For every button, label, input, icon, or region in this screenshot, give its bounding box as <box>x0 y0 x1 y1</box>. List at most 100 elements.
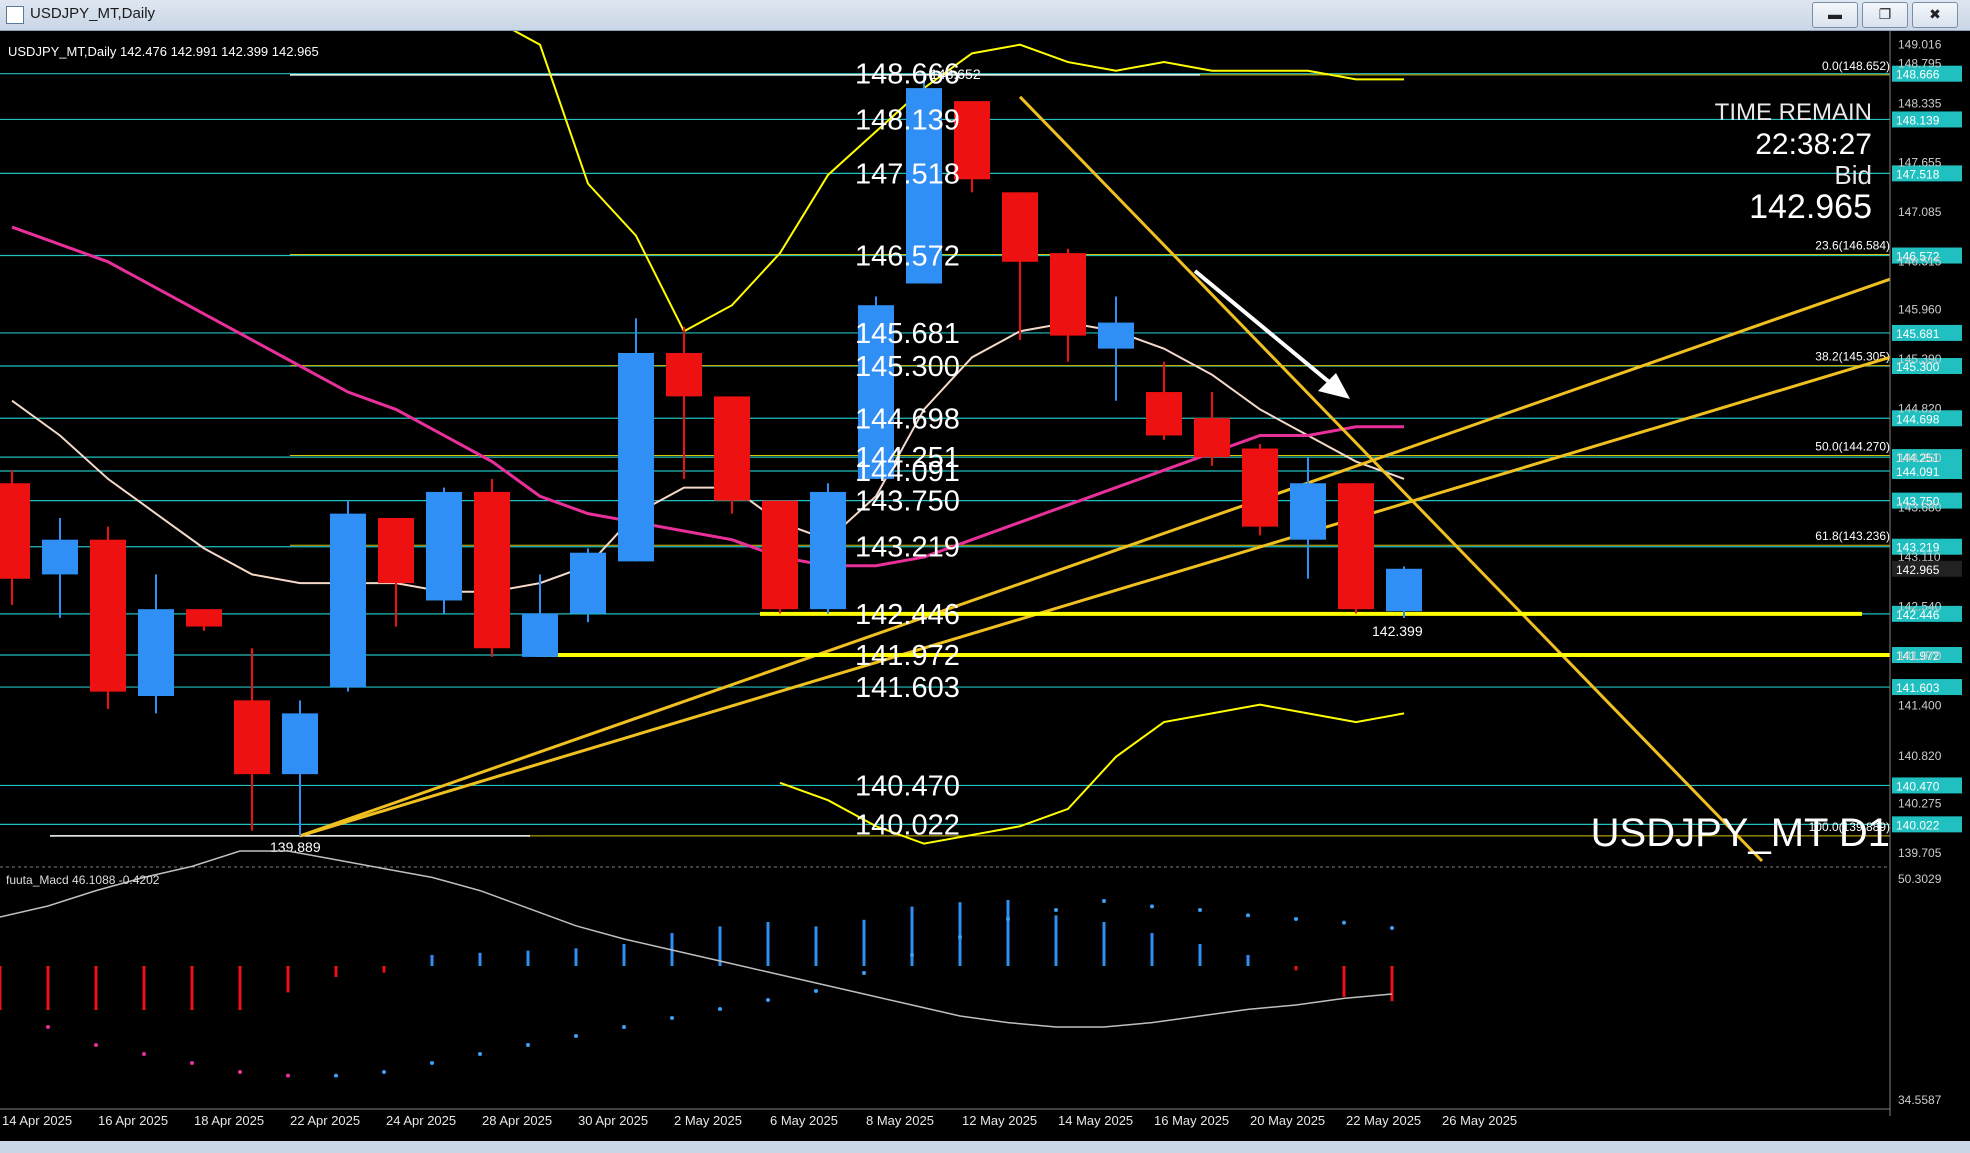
price-level-label: 141.603 <box>855 672 960 704</box>
macd-dot <box>670 1016 674 1020</box>
macd-dot <box>430 1061 434 1065</box>
price-level-label: 145.300 <box>855 351 960 383</box>
candle-body <box>810 491 846 610</box>
lower-trendline <box>299 355 1891 838</box>
minimize-button[interactable]: ▬ <box>1812 2 1858 28</box>
time-remain-label: TIME REMAIN <box>1714 99 1872 126</box>
x-tick-label: 8 May 2025 <box>866 1113 934 1128</box>
y-tick-label: 145.960 <box>1898 303 1942 317</box>
macd-dot <box>382 1070 386 1074</box>
bid-value: 142.965 <box>1749 188 1872 226</box>
macd-dot <box>718 1007 722 1011</box>
app-icon <box>6 6 24 24</box>
macd-dot <box>910 953 914 957</box>
x-tick-label: 2 May 2025 <box>674 1113 742 1128</box>
x-tick-label: 28 Apr 2025 <box>482 1113 552 1128</box>
x-tick-label: 22 Apr 2025 <box>290 1113 360 1128</box>
candle-body <box>714 396 750 501</box>
macd-dot <box>958 935 962 939</box>
candle-body <box>378 517 414 584</box>
candle-body <box>1338 483 1374 610</box>
macd-scale-bottom: 34.5587 <box>1898 1093 1942 1107</box>
price-level-label: 143.219 <box>855 532 960 564</box>
x-tick-label: 14 May 2025 <box>1058 1113 1133 1128</box>
x-tick-label: 6 May 2025 <box>770 1113 838 1128</box>
candle-body <box>570 552 606 614</box>
symbol-watermark: USDJPY_MT D1 <box>1590 811 1890 855</box>
x-tick-label: 12 May 2025 <box>962 1113 1037 1128</box>
price-level-tag-text: 141.603 <box>1896 681 1940 695</box>
fib-level-label: 50.0(144.270) <box>1815 439 1890 453</box>
y-tick-label: 140.275 <box>1898 796 1942 810</box>
macd-dot <box>1102 899 1106 903</box>
candle-body <box>0 483 30 579</box>
price-level-label: 140.470 <box>855 770 960 802</box>
candle-body <box>90 539 126 692</box>
macd-scale-top: 50.3029 <box>1898 872 1942 886</box>
price-level-label: 143.750 <box>855 486 960 518</box>
y-tick-label: 140.820 <box>1898 749 1942 763</box>
macd-dot <box>46 1025 50 1029</box>
candle-body <box>1146 392 1182 436</box>
candle-body <box>1386 568 1422 612</box>
price-chart[interactable]: 0.0(148.652)23.6(146.584)38.2(145.305)50… <box>0 17 1970 1141</box>
candle-body <box>42 539 78 575</box>
y-tick-label: 143.680 <box>1898 501 1942 515</box>
y-tick-label: 142.540 <box>1898 600 1942 614</box>
x-tick-label: 14 Apr 2025 <box>2 1113 72 1128</box>
price-level-label: 144.091 <box>855 456 960 488</box>
y-tick-label: 141.970 <box>1898 649 1942 663</box>
price-level-label: 142.446 <box>855 599 960 631</box>
price-level-tag-text: 140.022 <box>1896 818 1940 832</box>
y-tick-label: 139.705 <box>1898 846 1942 860</box>
down-arrow-shaft <box>1193 269 1342 393</box>
candle-body <box>522 613 558 657</box>
candle-body <box>1050 253 1086 336</box>
macd-dot <box>1246 913 1250 918</box>
macd-dot <box>1054 908 1058 912</box>
macd-dot <box>1150 904 1154 909</box>
last-low-label: 142.399 <box>1372 623 1423 639</box>
x-tick-label: 24 Apr 2025 <box>386 1113 456 1128</box>
fib-level-label: 61.8(143.236) <box>1815 529 1890 543</box>
bid-label: Bid <box>1834 160 1872 190</box>
y-tick-label: 144.250 <box>1898 451 1942 465</box>
x-tick-label: 16 May 2025 <box>1154 1113 1229 1128</box>
macd-indicator-label: fuuta_Macd 46.1088 -0.4202 <box>6 873 160 887</box>
macd-dot <box>622 1025 626 1029</box>
swing-high-label: 148.652 <box>930 66 981 82</box>
price-level-label: 140.022 <box>855 809 960 841</box>
price-level-tag-text: 145.681 <box>1896 327 1940 341</box>
macd-dot <box>334 1073 338 1078</box>
x-tick-label: 16 Apr 2025 <box>98 1113 168 1128</box>
macd-dot <box>286 1073 290 1078</box>
candle-body <box>1002 192 1038 262</box>
y-tick-label: 144.820 <box>1898 402 1942 416</box>
macd-dot <box>238 1070 242 1074</box>
candle-body <box>138 609 174 696</box>
macd-dot <box>766 998 770 1002</box>
candle-body <box>426 491 462 601</box>
price-level-label: 147.518 <box>855 158 960 190</box>
macd-signal-line <box>0 850 1393 1028</box>
price-level-tag-text: 140.470 <box>1896 779 1940 793</box>
macd-dot <box>1342 920 1346 925</box>
candle-body <box>1194 418 1230 458</box>
close-button[interactable]: ✖ <box>1912 2 1958 28</box>
macd-dot <box>862 971 866 975</box>
macd-dot <box>1390 926 1394 930</box>
macd-dot <box>94 1043 98 1047</box>
candle-body <box>474 491 510 649</box>
macd-dot <box>814 989 818 993</box>
y-tick-label: 145.390 <box>1898 352 1942 366</box>
y-tick-label: 148.335 <box>1898 96 1942 110</box>
chart-area[interactable]: 0.0(148.652) 23.6(146.584) 38.2(145.305) 50… <box>0 17 1970 1141</box>
macd-dot <box>1006 917 1010 921</box>
candle-body <box>666 352 702 397</box>
macd-dot <box>574 1034 578 1038</box>
y-tick-label: 148.795 <box>1898 56 1942 70</box>
candle-body <box>1242 448 1278 527</box>
candle-body <box>234 700 270 775</box>
y-tick-label: 147.655 <box>1898 155 1942 169</box>
maximize-button[interactable]: ❐ <box>1862 2 1908 28</box>
